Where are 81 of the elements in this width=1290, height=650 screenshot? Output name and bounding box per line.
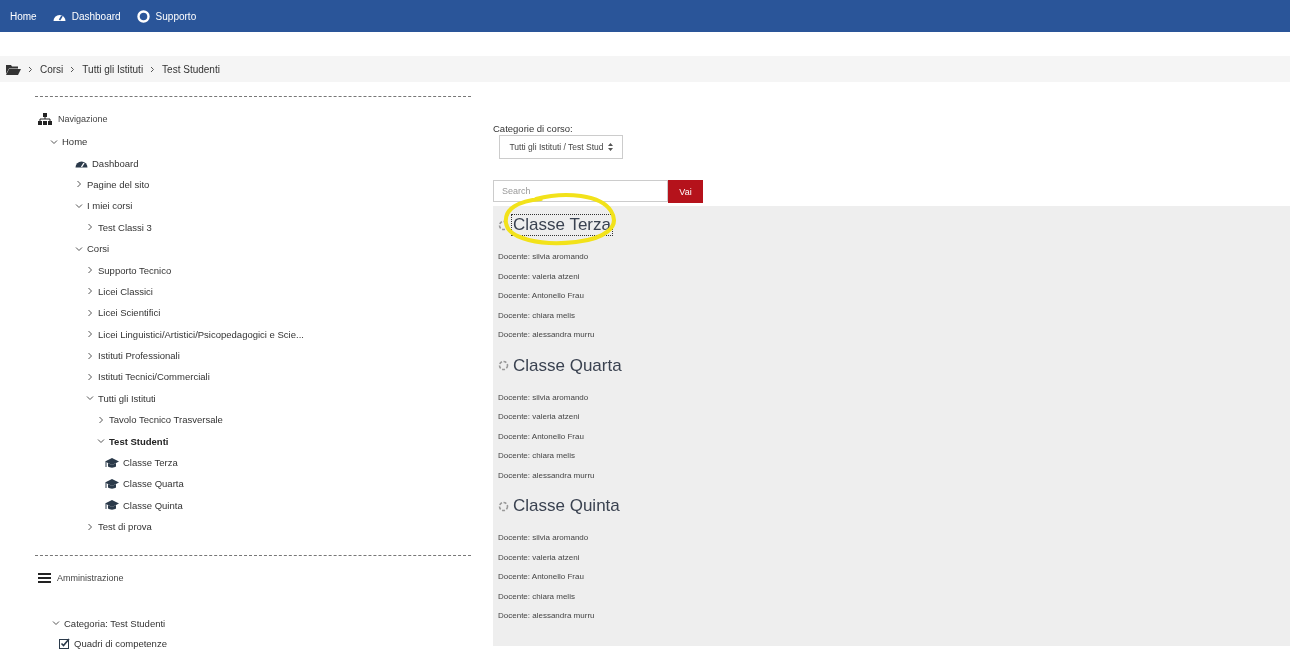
- chevron-right-icon: [28, 65, 33, 73]
- tree-item[interactable]: Classe Quarta: [123, 478, 184, 490]
- nav-link[interactable]: Dashboard: [52, 10, 121, 22]
- chevron-down-icon[interactable]: [50, 137, 58, 146]
- menu-icon: [38, 573, 51, 584]
- chevron-right-icon[interactable]: [97, 415, 105, 424]
- chevron-down-icon[interactable]: [97, 437, 105, 446]
- teacher-text: Docente: silvia aromando: [498, 532, 590, 544]
- course-icon: [498, 360, 509, 371]
- teacher-text: Docente: alessandra murru: [498, 329, 596, 341]
- search-button[interactable]: Vai: [668, 180, 703, 203]
- course-title-link[interactable]: Classe Quinta: [511, 495, 622, 517]
- tree-item[interactable]: Test Studenti: [109, 435, 169, 447]
- teacher-text: Docente: silvia aromando: [498, 391, 590, 404]
- block-title: Amministrazione: [57, 573, 124, 584]
- teacher-text: Docente: chiara melis: [498, 590, 576, 603]
- tree-item[interactable]: Dashboard: [92, 157, 139, 169]
- tree-item[interactable]: Licei Scientifici: [98, 307, 161, 319]
- chevron-down-icon[interactable]: [86, 394, 94, 403]
- tree-item[interactable]: Licei Linguistici/Artistici/Psicopedagogici e Scie...: [98, 328, 304, 340]
- chevron-right-icon[interactable]: [86, 351, 94, 360]
- tree-item[interactable]: Home: [62, 136, 88, 148]
- tree-item[interactable]: I miei corsi: [87, 200, 133, 212]
- teacher-text: Docente: chiara melis: [498, 450, 576, 462]
- folder-icon: [6, 63, 21, 75]
- tree-item[interactable]: Classe Terza: [123, 457, 178, 469]
- chevron-right-icon: [150, 65, 156, 73]
- tree-item[interactable]: Tavolo Tecnico Trasversale: [109, 414, 223, 426]
- course-icon: [498, 500, 509, 512]
- tree-item[interactable]: Tutti gli Istituti: [98, 392, 156, 404]
- tree-item[interactable]: Classe Quinta: [123, 499, 183, 511]
- chevron-right-icon[interactable]: [86, 223, 94, 232]
- tree-item[interactable]: Test di prova: [98, 521, 152, 533]
- teacher-text: Docente: Antonello Frau: [498, 430, 585, 443]
- nav-link[interactable]: Supporto: [136, 9, 197, 23]
- tree-item[interactable]: Licei Classici: [98, 285, 153, 297]
- teacher-text: Docente: Antonello Frau: [498, 571, 585, 583]
- graduation-cap-icon: [105, 500, 119, 511]
- tree-item[interactable]: Categoria: Test Studenti: [64, 617, 166, 629]
- nav-link[interactable]: Home: [10, 10, 37, 22]
- chevron-right-icon[interactable]: [86, 308, 94, 317]
- tree-item[interactable]: Istituti Tecnici/Commerciali: [98, 371, 210, 383]
- chevron-right-icon[interactable]: [86, 373, 94, 381]
- field-label: Categorie di corso:: [493, 123, 574, 135]
- teacher-text: Docente: valeria atzeni: [498, 551, 581, 564]
- search-field[interactable]: Search: [493, 180, 668, 202]
- tree-item[interactable]: Istituti Professionali: [98, 350, 180, 362]
- breadcrumb-link[interactable]: Test Studenti: [162, 63, 220, 75]
- graduation-cap-icon: [105, 457, 119, 468]
- teacher-text: Docente: valeria atzeni: [498, 411, 581, 423]
- course-title-link[interactable]: Classe Terza: [511, 214, 613, 236]
- chevron-right-icon[interactable]: [75, 180, 83, 189]
- sort-caret-icon: [607, 143, 613, 151]
- chevron-right-icon[interactable]: [86, 522, 94, 531]
- teacher-text: Docente: alessandra murru: [498, 610, 596, 622]
- block-title: Navigazione: [58, 114, 108, 124]
- tree-item[interactable]: Test Classi 3: [98, 221, 152, 233]
- tree-item[interactable]: Pagine del sito: [87, 178, 150, 190]
- sitemap-icon: [38, 113, 52, 125]
- teacher-text: Docente: valeria atzeni: [498, 270, 581, 283]
- tree-item[interactable]: Corsi: [87, 243, 110, 255]
- tree-item[interactable]: Supporto Tecnico: [98, 264, 172, 276]
- life-ring-icon: [136, 9, 150, 23]
- course-title-link[interactable]: Classe Quarta: [511, 354, 624, 377]
- teacher-text: Docente: silvia aromando: [498, 251, 590, 263]
- breadcrumb-link[interactable]: Tutti gli Istituti: [82, 63, 144, 75]
- teacher-text: Docente: Antonello Frau: [498, 290, 585, 302]
- category-dropdown[interactable]: Tutti gli Istituti / Test Stud: [499, 135, 623, 159]
- chevron-down-icon[interactable]: [75, 201, 83, 210]
- teacher-text: Docente: chiara melis: [498, 309, 576, 322]
- chevron-right-icon: [70, 65, 76, 73]
- chevron-right-icon[interactable]: [86, 287, 94, 296]
- breadcrumb-link[interactable]: Corsi: [40, 63, 64, 75]
- chevron-down-icon[interactable]: [75, 244, 83, 253]
- chevron-down-icon[interactable]: [52, 619, 60, 628]
- chevron-right-icon[interactable]: [86, 266, 94, 275]
- tree-item[interactable]: Quadri di competenze: [74, 637, 167, 649]
- graduation-cap-icon: [105, 478, 119, 489]
- chevron-right-icon[interactable]: [86, 330, 94, 339]
- checkbox-icon: [59, 637, 70, 649]
- teacher-text: Docente: alessandra murru: [498, 469, 596, 482]
